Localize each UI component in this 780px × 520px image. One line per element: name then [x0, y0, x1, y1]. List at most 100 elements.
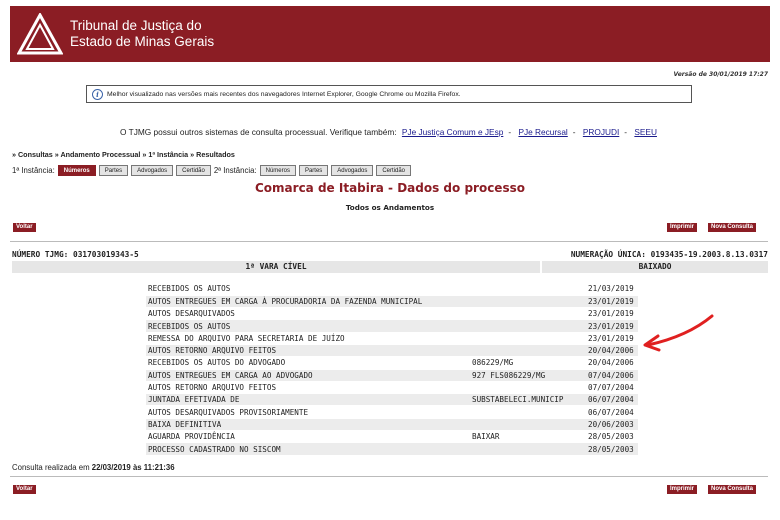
- andamentos-table: RECEBIDOS OS AUTOS 21/03/2019 AUTOS ENTREG…: [146, 283, 638, 456]
- brand-name[interactable]: Tribunal de Justiça do Estado de Minas G…: [70, 18, 214, 50]
- andamento-complement: [470, 295, 580, 309]
- tab-first-certidao[interactable]: Certidão: [176, 164, 211, 176]
- link-pje-justica-comum[interactable]: PJe Justiça Comum e JEsp: [402, 127, 503, 137]
- nova-consulta-button-bottom[interactable]: Nova Consulta: [708, 485, 757, 494]
- andamento-description: AUTOS RETORNO ARQUIVO FEITOS: [146, 344, 470, 358]
- page-subtitle: Todos os Andamentos: [345, 203, 435, 212]
- link-projudi[interactable]: PROJUDI: [583, 127, 619, 137]
- andamento-complement: [470, 307, 580, 321]
- tab-first-partes[interactable]: Partes: [98, 164, 129, 176]
- nova-consulta-button-top[interactable]: Nova Consulta: [708, 223, 757, 232]
- other-systems: O TJMG possui outros sistemas de consult…: [120, 127, 657, 137]
- andamento-description: REMESSA DO ARQUIVO PARA SECRETARIA DE JU…: [146, 332, 470, 345]
- instance-tabs: 1ª Instância: Números Partes Advogados C…: [12, 164, 414, 176]
- andamento-date: 23/01/2019: [580, 319, 638, 333]
- voltar-button-top[interactable]: Voltar: [13, 223, 36, 232]
- andamento-description: AUTOS RETORNO ARQUIVO FEITOS: [146, 381, 470, 395]
- andamento-date: 20/04/2006: [580, 356, 638, 370]
- link-pje-recursal[interactable]: PJe Recursal: [518, 127, 567, 137]
- process-status: BAIXADO: [542, 261, 768, 273]
- page-title: Comarca de Itabira - Dados do processo: [255, 181, 525, 195]
- brand-line-2: Estado de Minas Gerais: [70, 34, 215, 49]
- andamento-description: PROCESSO CADASTRADO NO SISCOM: [146, 442, 470, 456]
- andamento-date: 23/01/2019: [580, 307, 638, 321]
- andamento-row: BAIXA DEFINITIVA 20/06/2003: [146, 418, 638, 432]
- voltar-button-bottom[interactable]: Voltar: [13, 485, 36, 494]
- first-instance-label: 1ª Instância:: [12, 165, 55, 175]
- andamento-complement: [470, 319, 580, 333]
- andamento-date: 28/05/2003: [580, 430, 638, 444]
- numero-tjmg: NÚMERO TJMG: 031703019343-5: [12, 250, 139, 259]
- other-systems-intro: O TJMG possui outros sistemas de consult…: [120, 127, 397, 137]
- andamento-row: AUTOS ENTREGUES EM CARGA AO ADVOGADO 927 …: [146, 369, 638, 382]
- andamento-row: RECEBIDOS OS AUTOS DO ADVOGADO 086229/MG 2…: [146, 356, 638, 370]
- andamento-description: RECEBIDOS OS AUTOS: [146, 283, 470, 296]
- andamento-complement: [470, 344, 580, 358]
- tjmg-logo-icon[interactable]: [17, 13, 63, 55]
- divider-bottom: [10, 476, 768, 477]
- consulta-timestamp: Consulta realizada em 22/03/2019 às 11:2…: [12, 463, 175, 472]
- andamento-complement: 086229/MG: [470, 356, 580, 370]
- link-seeu[interactable]: SEEU: [634, 127, 657, 137]
- andamento-complement: [470, 442, 580, 456]
- andamento-row: RECEBIDOS OS AUTOS 21/03/2019: [146, 283, 638, 296]
- imprimir-button-top[interactable]: Imprimir: [667, 223, 698, 232]
- process-vara-row: 1ª VARA CÍVEL BAIXADO: [12, 261, 768, 273]
- vara-name: 1ª VARA CÍVEL: [12, 261, 540, 273]
- andamento-description: JUNTADA EFETIVADA DE: [146, 393, 470, 407]
- andamento-row: AUTOS RETORNO ARQUIVO FEITOS 20/04/2006: [146, 344, 638, 358]
- andamento-row: RECEBIDOS OS AUTOS 23/01/2019: [146, 319, 638, 333]
- andamento-complement: SUBSTABELECI.MUNICIP: [470, 393, 580, 407]
- tab-second-advogados[interactable]: Advogados: [331, 164, 374, 176]
- brand-line-1: Tribunal de Justiça do: [70, 18, 202, 33]
- andamento-complement: [470, 418, 580, 432]
- andamento-description: BAIXA DEFINITIVA: [146, 418, 470, 432]
- andamento-row: REMESSA DO ARQUIVO PARA SECRETARIA DE JU…: [146, 332, 638, 345]
- andamento-description: RECEBIDOS OS AUTOS: [146, 319, 470, 333]
- andamento-date: 20/06/2003: [580, 418, 638, 432]
- tab-first-numeros[interactable]: Números: [57, 164, 96, 176]
- andamento-description: RECEBIDOS OS AUTOS DO ADVOGADO: [146, 356, 470, 370]
- andamento-description: AGUARDA PROVIDÊNCIA: [146, 430, 470, 444]
- andamento-date: 06/07/2004: [580, 393, 638, 407]
- imprimir-button-bottom[interactable]: Imprimir: [667, 485, 698, 494]
- andamento-description: AUTOS ENTREGUES EM CARGA À PROCURADORIA …: [146, 295, 470, 309]
- andamento-date: 07/04/2006: [580, 369, 638, 382]
- tab-second-numeros[interactable]: Números: [259, 164, 296, 176]
- info-icon: i: [92, 88, 103, 100]
- andamento-row: AUTOS DESARQUIVADOS 23/01/2019: [146, 307, 638, 321]
- annotation-arrow-icon: [643, 314, 714, 352]
- andamento-date: 23/01/2019: [580, 332, 638, 345]
- browser-notice: i Melhor visualizado nas versões mais re…: [86, 85, 692, 103]
- consulta-prefix: Consulta realizada em: [12, 463, 90, 472]
- consulta-datetime: 22/03/2019 às 11:21:36: [91, 463, 175, 472]
- second-instance-label: 2ª Instância:: [213, 165, 257, 175]
- andamento-row: AUTOS RETORNO ARQUIVO FEITOS 07/07/2004: [146, 381, 638, 395]
- tab-first-advogados[interactable]: Advogados: [131, 164, 174, 176]
- andamento-date: 20/04/2006: [580, 344, 638, 358]
- divider-top: [10, 241, 768, 242]
- andamento-complement: BAIXAR: [470, 430, 580, 444]
- andamento-row: PROCESSO CADASTRADO NO SISCOM 28/05/2003: [146, 442, 638, 456]
- andamento-description: AUTOS DESARQUIVADOS PROVISORIAMENTE: [146, 405, 470, 419]
- tab-second-partes[interactable]: Partes: [298, 164, 329, 176]
- andamento-row: JUNTADA EFETIVADA DE SUBSTABELECI.MUNICIP…: [146, 393, 638, 407]
- andamento-complement: [470, 405, 580, 419]
- andamento-date: 23/01/2019: [580, 295, 638, 309]
- andamento-description: AUTOS DESARQUIVADOS: [146, 307, 470, 321]
- andamento-row: AUTOS ENTREGUES EM CARGA À PROCURADORIA …: [146, 295, 638, 309]
- andamento-row: AGUARDA PROVIDÊNCIA BAIXAR 28/05/2003: [146, 430, 638, 444]
- andamento-description: AUTOS ENTREGUES EM CARGA AO ADVOGADO: [146, 369, 470, 382]
- andamento-complement: [470, 283, 580, 296]
- andamento-complement: 927 FLS086229/MG: [470, 369, 580, 382]
- andamento-row: AUTOS DESARQUIVADOS PROVISORIAMENTE 06/07…: [146, 405, 638, 419]
- notice-text: Melhor visualizado nas versões mais rece…: [107, 90, 461, 98]
- andamento-date: 21/03/2019: [580, 283, 638, 296]
- andamento-date: 07/07/2004: [580, 381, 638, 395]
- breadcrumb: » Consultas » Andamento Processual » 1ª …: [12, 150, 235, 159]
- numeracao-unica: NUMERAÇÃO ÚNICA: 0193435-19.2003.8.13.03…: [570, 250, 768, 259]
- andamento-complement: [470, 381, 580, 395]
- andamento-date: 06/07/2004: [580, 405, 638, 419]
- tab-second-certidao[interactable]: Certidão: [376, 164, 412, 176]
- site-header: Tribunal de Justiça do Estado de Minas G…: [10, 6, 770, 62]
